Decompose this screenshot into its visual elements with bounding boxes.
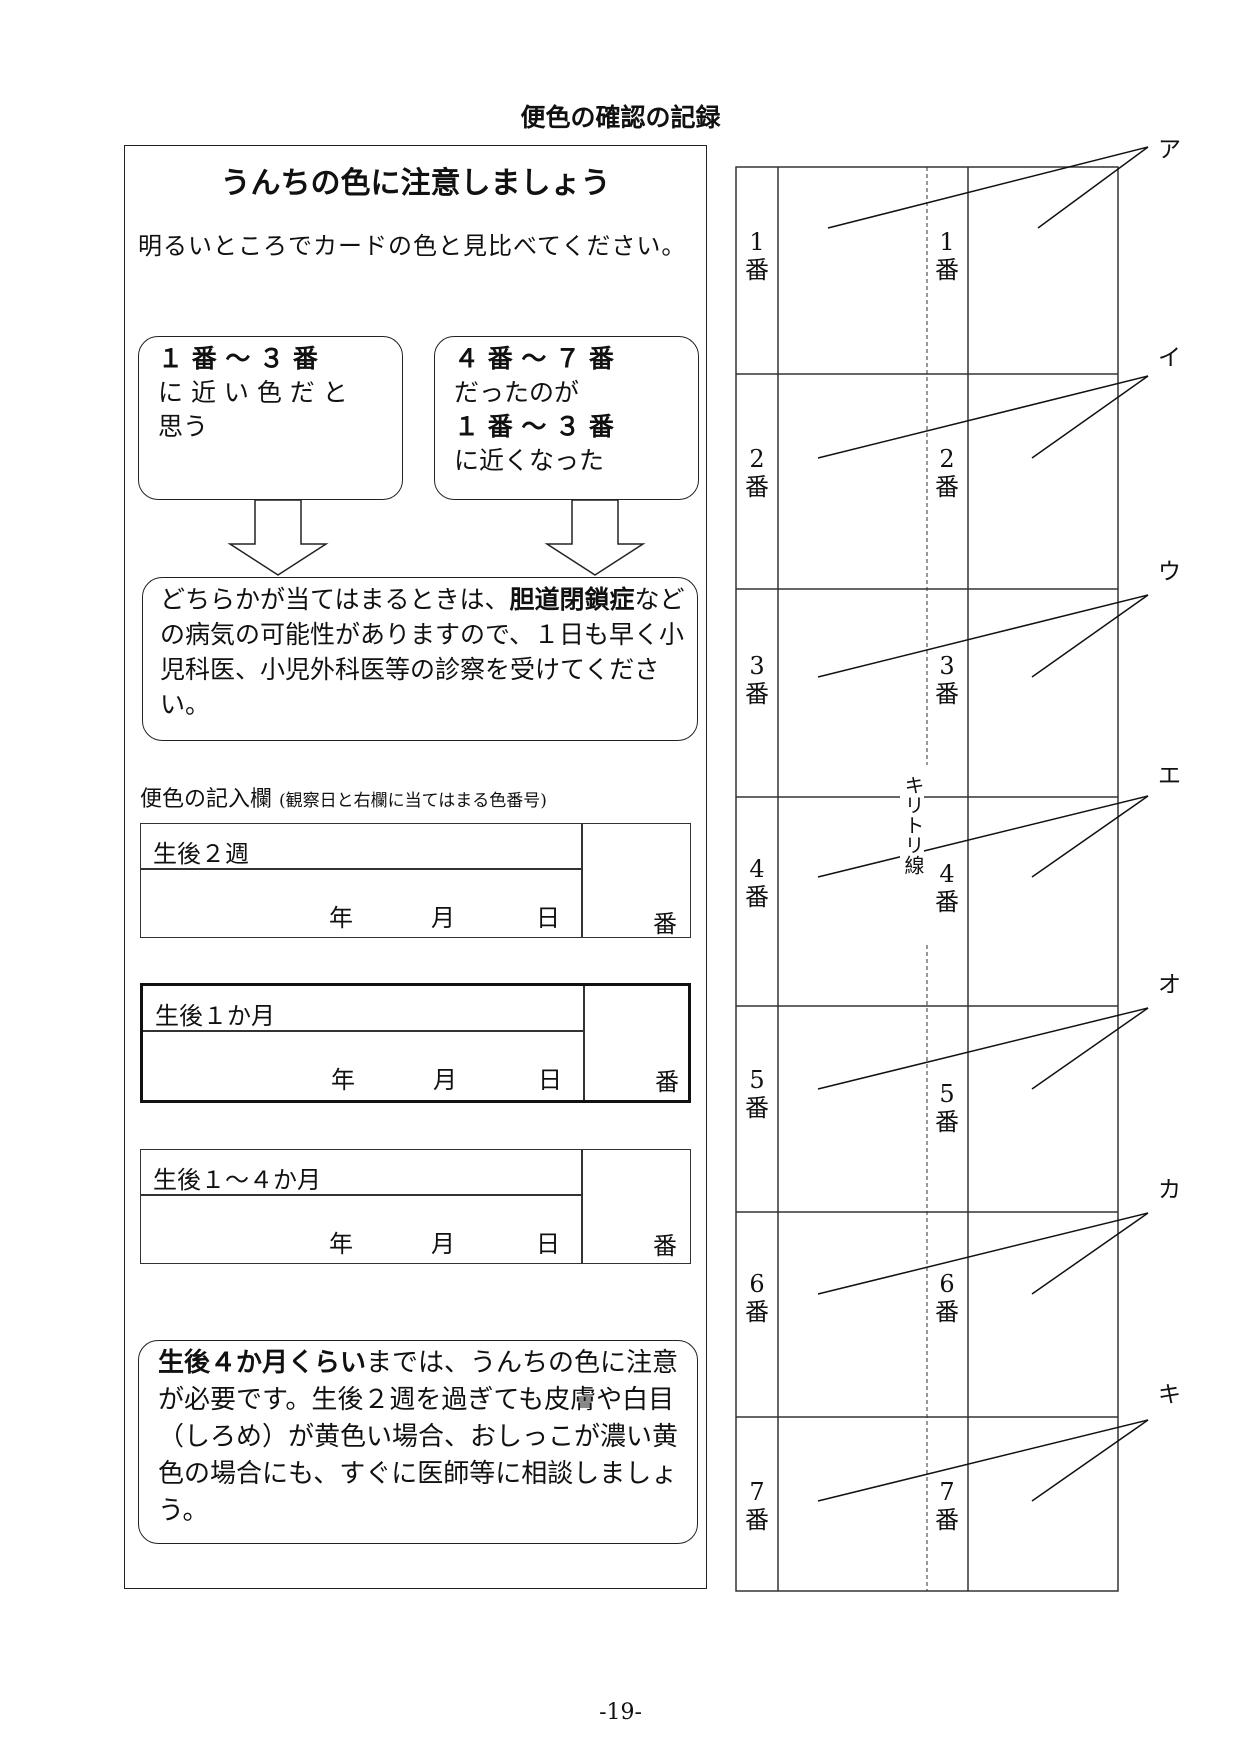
card-label-e: エ xyxy=(1158,763,1181,789)
color-number-7-left: 7番 xyxy=(745,1478,769,1534)
card-label-ki: キ xyxy=(1158,1382,1181,1408)
card-label-i: イ xyxy=(1158,345,1181,371)
color-number-1-left: 1番 xyxy=(745,228,769,284)
color-number-4-right: 4番 xyxy=(935,860,959,916)
color-number-5-left: 5番 xyxy=(745,1066,769,1122)
color-number-7-right: 7番 xyxy=(935,1478,959,1534)
color-number-2-left: 2番 xyxy=(745,445,769,501)
color-card xyxy=(735,146,1149,1592)
color-number-6-right: 6番 xyxy=(935,1270,959,1326)
color-number-5-right: 5番 xyxy=(935,1080,959,1136)
cut-line-label: キリトリ線 xyxy=(900,775,925,875)
color-number-1-right: 1番 xyxy=(935,228,959,284)
card-label-u: ウ xyxy=(1158,559,1181,585)
page-number: -19- xyxy=(599,1700,642,1725)
card-label-a: ア xyxy=(1158,137,1181,163)
color-number-6-left: 6番 xyxy=(745,1270,769,1326)
label-leader-lines xyxy=(817,146,1149,1502)
card-label-ka: カ xyxy=(1158,1177,1181,1203)
color-number-3-left: 3番 xyxy=(745,652,769,708)
color-number-2-right: 2番 xyxy=(935,445,959,501)
card-label-o: オ xyxy=(1158,972,1181,998)
color-number-3-right: 3番 xyxy=(935,652,959,708)
color-number-4-left: 4番 xyxy=(745,855,769,911)
